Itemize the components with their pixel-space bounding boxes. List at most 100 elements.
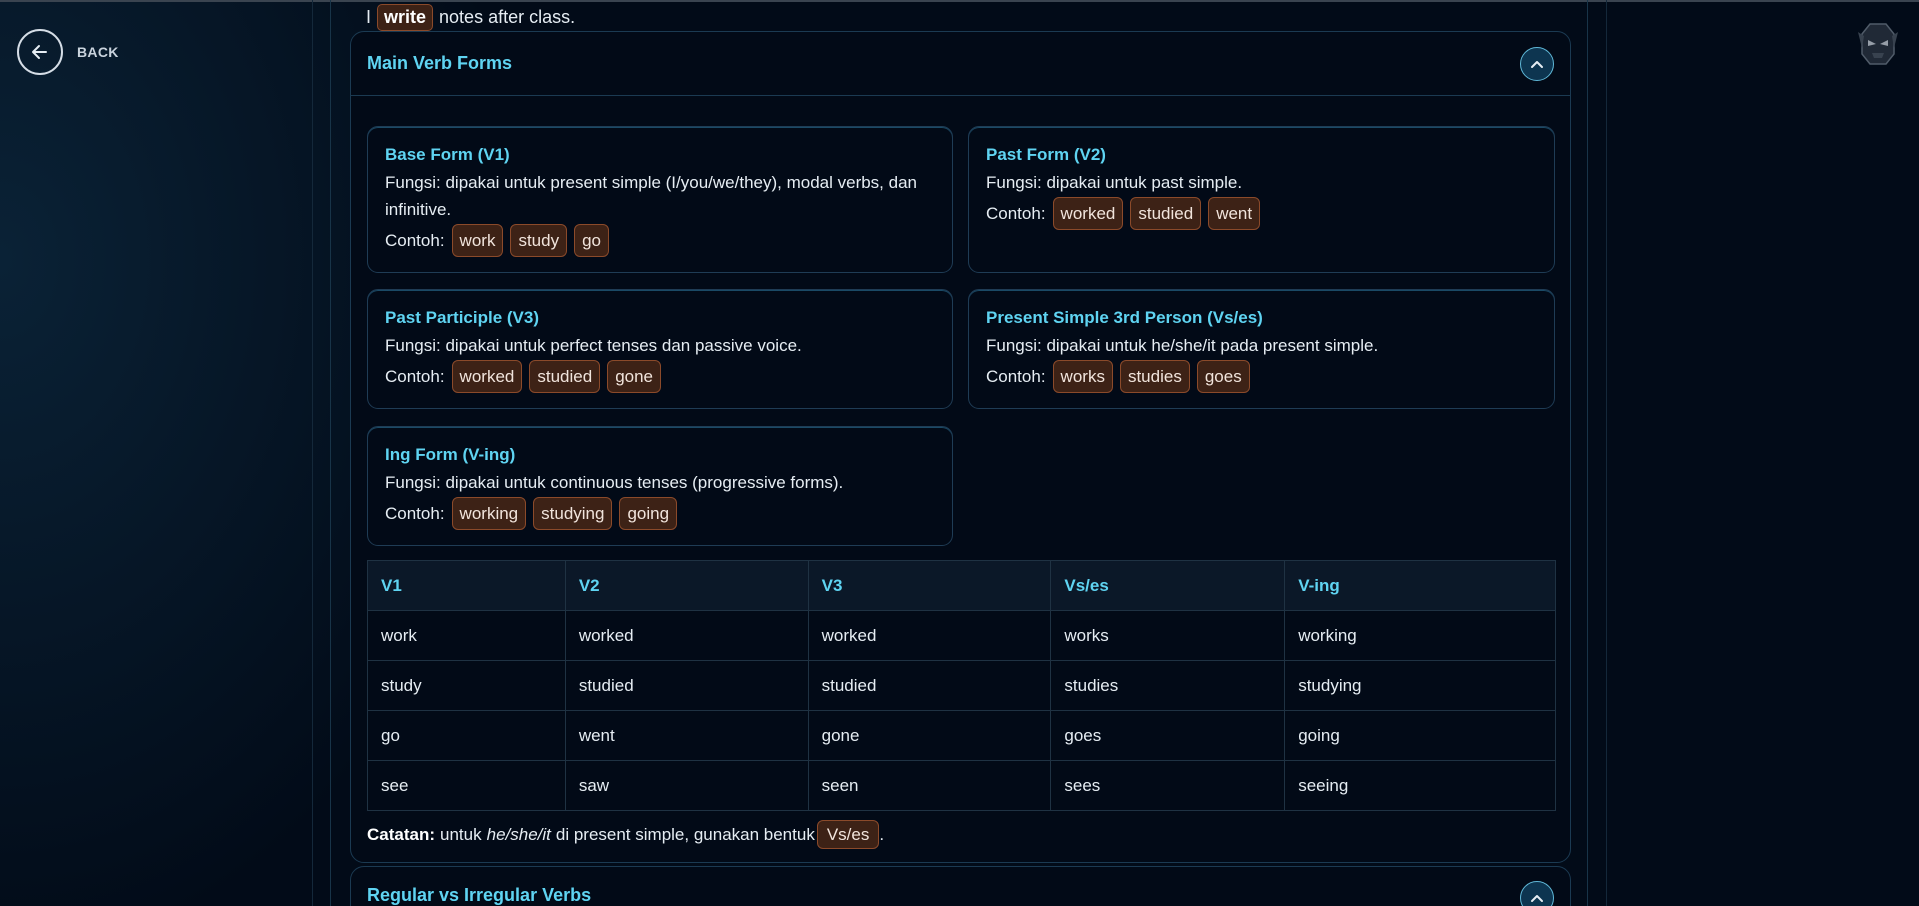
table-cell: study — [367, 660, 566, 711]
table-cell: sees — [1050, 760, 1286, 811]
example-row: Contoh: worked studied gone — [385, 360, 935, 393]
column-header: V-ing — [1284, 560, 1556, 611]
top-border — [0, 0, 1919, 2]
table-cell: studying — [1284, 660, 1556, 711]
arrow-left-icon[interactable] — [17, 29, 63, 75]
table-cell: seen — [807, 760, 1052, 811]
main-verb-forms-panel: Main Verb Forms Base Form (V1) Fungsi: d… — [350, 31, 1571, 863]
example-label: Contoh: — [986, 203, 1046, 223]
table-cell: go — [367, 710, 566, 761]
card-title: Ing Form (V-ing) — [385, 445, 516, 464]
sentence-text: notes after class. — [439, 7, 576, 27]
example-chip: goes — [1196, 360, 1250, 393]
note-label: Catatan: — [367, 824, 436, 844]
table-cell: goes — [1050, 710, 1286, 761]
table-cell: worked — [807, 610, 1052, 661]
panel-header[interactable]: Main Verb Forms — [351, 32, 1570, 96]
note-emphasis: he/she/it — [486, 824, 551, 844]
table-cell: saw — [564, 760, 809, 811]
table-cell: studied — [807, 660, 1052, 711]
table-cell: studied — [564, 660, 809, 711]
frame-line — [1587, 0, 1588, 906]
collapse-button[interactable] — [1520, 46, 1554, 81]
verb-form-card: Ing Form (V-ing) Fungsi: dipakai untuk c… — [367, 426, 953, 546]
table-row: work worked worked works working — [367, 610, 1556, 661]
example-sentence: I write notes after class. — [366, 4, 575, 31]
frame-line — [1606, 0, 1607, 906]
card-description: Fungsi: dipakai untuk he/she/it pada pre… — [986, 336, 1379, 355]
table-row: see saw seen sees seeing — [367, 760, 1556, 811]
table-cell: working — [1284, 610, 1556, 661]
example-chip: went — [1208, 197, 1261, 230]
example-label: Contoh: — [986, 366, 1046, 386]
card-description: Fungsi: dipakai untuk present simple (I/… — [385, 173, 917, 219]
regular-irregular-panel: Regular vs Irregular Verbs — [350, 866, 1571, 906]
verb-forms-table: V1 V2 V3 Vs/es V-ing work worked worked … — [367, 560, 1556, 811]
example-chip: worked — [451, 360, 523, 393]
table-cell: studies — [1050, 660, 1286, 711]
column-header: V2 — [564, 560, 809, 611]
table-row: study studied studied studies studying — [367, 660, 1556, 711]
note-text: untuk — [440, 824, 482, 844]
panel-header[interactable]: Regular vs Irregular Verbs — [351, 867, 1570, 906]
example-row: Contoh: works studies goes — [986, 360, 1537, 393]
table-cell: seeing — [1284, 760, 1556, 811]
collapse-button[interactable] — [1520, 881, 1554, 906]
card-description: Fungsi: dipakai untuk past simple. — [986, 173, 1243, 192]
verb-form-card: Base Form (V1) Fungsi: dipakai untuk pre… — [367, 126, 953, 273]
example-row: Contoh: worked studied went — [986, 197, 1537, 230]
example-chip: worked — [1052, 197, 1124, 230]
column-header: V3 — [807, 560, 1052, 611]
card-title: Past Participle (V3) — [385, 308, 540, 327]
back-button[interactable]: BACK — [17, 29, 119, 75]
verb-highlight: write — [377, 4, 434, 31]
example-chip: work — [451, 224, 504, 257]
example-chip: gone — [607, 360, 662, 393]
card-title: Base Form (V1) — [385, 145, 510, 164]
table-cell: work — [367, 610, 566, 661]
verb-form-card: Past Participle (V3) Fungsi: dipakai unt… — [367, 289, 953, 409]
table-row: go went gone goes going — [367, 710, 1556, 761]
column-header: Vs/es — [1050, 560, 1286, 611]
verb-form-card: Present Simple 3rd Person (Vs/es) Fungsi… — [968, 289, 1555, 409]
chevron-up-icon — [1531, 895, 1543, 902]
card-description: Fungsi: dipakai untuk continuous tenses … — [385, 473, 844, 492]
example-chip: studied — [529, 360, 601, 393]
sentence-text: I — [366, 7, 372, 27]
table-header-row: V1 V2 V3 Vs/es V-ing — [367, 560, 1556, 611]
robot-mascot-icon — [1856, 20, 1900, 68]
frame-line — [330, 0, 331, 906]
table-cell: see — [367, 760, 566, 811]
example-chip: study — [510, 224, 568, 257]
example-chip: going — [619, 497, 678, 530]
frame-line — [312, 0, 313, 906]
verb-form-card: Past Form (V2) Fungsi: dipakai untuk pas… — [968, 126, 1555, 273]
table-cell: going — [1284, 710, 1556, 761]
example-chip: go — [574, 224, 610, 257]
example-label: Contoh: — [385, 230, 445, 250]
table-cell: gone — [807, 710, 1052, 761]
table-cell: worked — [564, 610, 809, 661]
table-cell: went — [564, 710, 809, 761]
panel-title: Regular vs Irregular Verbs — [367, 885, 592, 905]
example-chip: works — [1052, 360, 1113, 393]
card-title: Past Form (V2) — [986, 145, 1106, 164]
example-chip: studying — [533, 497, 613, 530]
example-label: Contoh: — [385, 366, 445, 386]
example-label: Contoh: — [385, 503, 445, 523]
example-chip: studied — [1130, 197, 1202, 230]
example-row: Contoh: work study go — [385, 224, 935, 257]
note-chip: Vs/es — [816, 820, 880, 849]
card-description: Fungsi: dipakai untuk perfect tenses dan… — [385, 336, 802, 355]
chevron-up-icon — [1531, 60, 1543, 68]
note-end: . — [879, 824, 885, 844]
column-header: V1 — [367, 560, 566, 611]
panel-title: Main Verb Forms — [367, 53, 513, 73]
card-title: Present Simple 3rd Person (Vs/es) — [986, 308, 1263, 327]
back-label[interactable]: BACK — [77, 44, 119, 60]
example-chip: working — [451, 497, 527, 530]
example-row: Contoh: working studying going — [385, 497, 935, 530]
example-chip: studies — [1119, 360, 1190, 393]
table-cell: works — [1050, 610, 1286, 661]
note-text: di present simple, gunakan bentuk — [555, 824, 815, 844]
